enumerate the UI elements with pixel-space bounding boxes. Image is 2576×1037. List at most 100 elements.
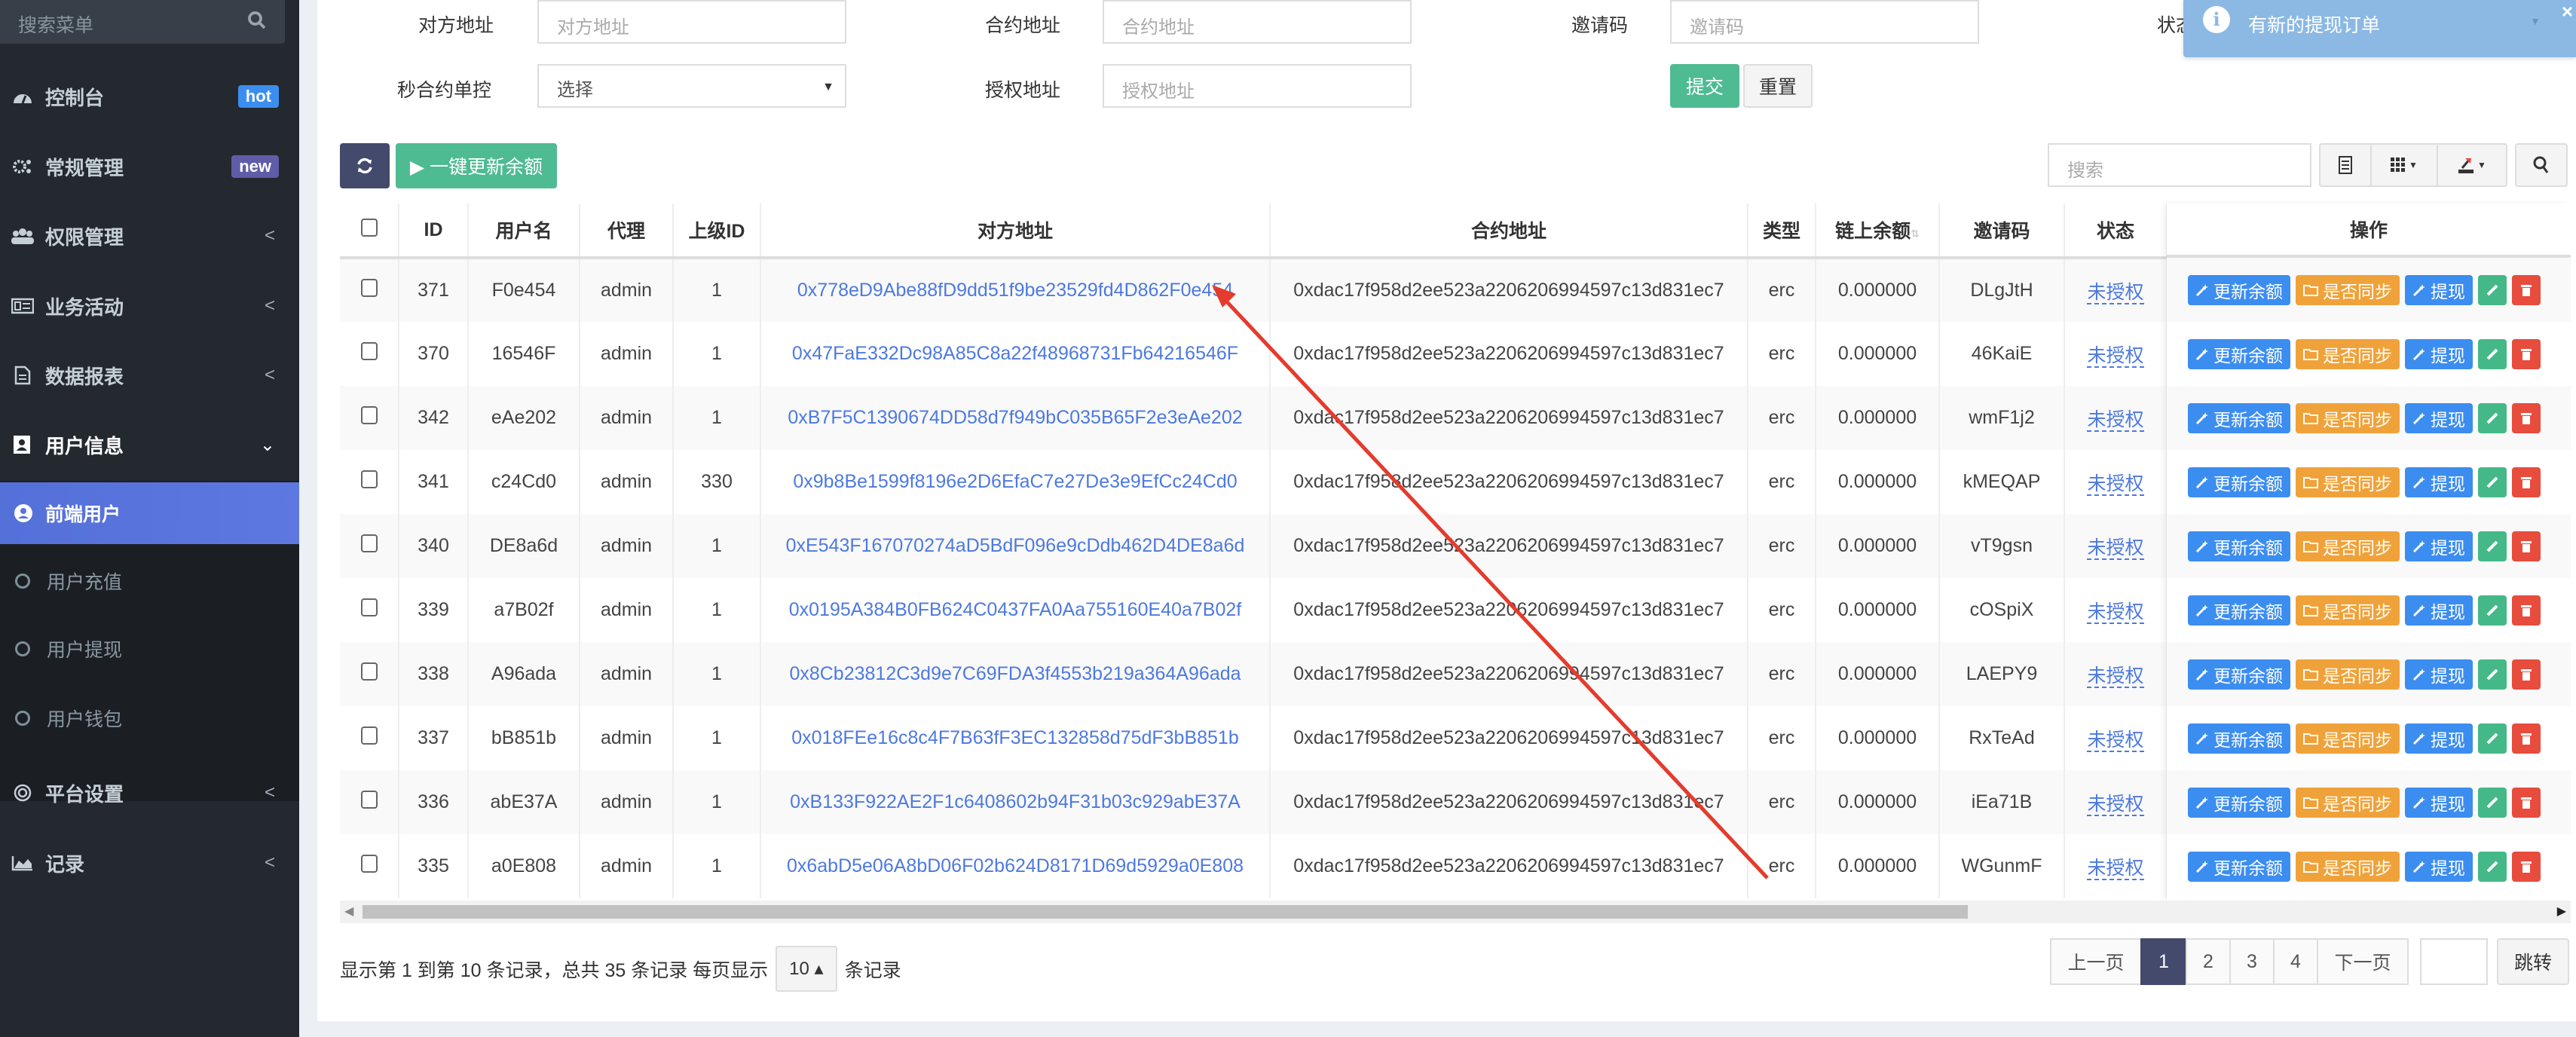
sidebar-item-records[interactable]: 记录 <: [0, 833, 299, 893]
edit-button[interactable]: [2478, 531, 2507, 561]
row-checkbox[interactable]: [360, 662, 378, 681]
row-checkbox-cell[interactable]: [340, 514, 399, 578]
prev-page-button[interactable]: 上一页: [2050, 938, 2142, 985]
sidebar-item-dashboard[interactable]: 控制台 hot: [0, 66, 299, 127]
export-button[interactable]: ▼: [2438, 145, 2506, 185]
delete-button[interactable]: [2512, 851, 2541, 882]
status-link[interactable]: 未授权: [2087, 473, 2144, 496]
table-row[interactable]: 342 eAe202 admin 1 0xB7F5C1390674DD58d7f949b…: [340, 386, 2168, 450]
toggle-view-button[interactable]: [2321, 145, 2372, 185]
select-all-header[interactable]: [340, 203, 399, 259]
edit-button[interactable]: [2478, 659, 2507, 690]
col-parent-id[interactable]: 上级ID: [673, 203, 761, 259]
withdraw-button[interactable]: 提现: [2405, 595, 2473, 626]
sidebar-subitem-recharge[interactable]: 用户充值: [0, 555, 299, 607]
row-checkbox-cell[interactable]: [340, 834, 399, 898]
menu-search[interactable]: 搜索菜单: [0, 0, 285, 44]
col-counterparty[interactable]: 对方地址: [760, 203, 1271, 259]
withdraw-button[interactable]: 提现: [2405, 402, 2473, 433]
close-icon[interactable]: ×: [2562, 0, 2573, 23]
status-link[interactable]: 未授权: [2087, 729, 2144, 752]
page-2-button[interactable]: 2: [2186, 938, 2231, 985]
status-link[interactable]: 未授权: [2087, 281, 2144, 304]
sidebar-item-reports[interactable]: 数据报表 <: [0, 345, 299, 405]
row-checkbox-cell[interactable]: [340, 642, 399, 706]
sidebar-item-permissions[interactable]: 权限管理 <: [0, 206, 299, 266]
table-row[interactable]: 371 F0e454 admin 1 0x778eD9Abe88fD9dd51f9be2…: [340, 258, 2168, 322]
sync-button[interactable]: 是否同步: [2296, 338, 2400, 369]
counterparty-link[interactable]: 0x018FEe16c8c4F7B63fF3EC132858d75dF3bB85…: [791, 727, 1239, 748]
counterparty-link[interactable]: 0xB7F5C1390674DD58d7f949bC035B65F2e3eAe2…: [788, 407, 1242, 428]
col-contract[interactable]: 合约地址: [1270, 203, 1748, 259]
counterparty-link[interactable]: 0x8Cb23812C3d9e7C69FDA3f4553b219a364A96a…: [789, 663, 1241, 684]
row-checkbox[interactable]: [360, 727, 378, 745]
table-row[interactable]: 335 a0E808 admin 1 0x6abD5e06A8bD06F02b624D8…: [340, 834, 2168, 898]
row-checkbox[interactable]: [360, 855, 378, 873]
sync-button[interactable]: 是否同步: [2296, 531, 2400, 561]
counterparty-link[interactable]: 0xE543F167070274aD5BdF096e9cDdb462D4DE8a…: [786, 535, 1245, 556]
jump-button[interactable]: 跳转: [2497, 938, 2569, 985]
row-checkbox[interactable]: [360, 342, 378, 360]
next-page-button[interactable]: 下一页: [2317, 938, 2409, 985]
update-balance-button[interactable]: 更新余额: [2188, 466, 2290, 497]
contract-input[interactable]: 合约地址: [1103, 0, 1412, 44]
scroll-right-icon[interactable]: ▶: [2557, 904, 2566, 919]
sidebar-subitem-wallet[interactable]: 用户钱包: [0, 692, 299, 745]
table-row[interactable]: 338 A96ada admin 1 0x8Cb23812C3d9e7C69FDA3f4…: [340, 642, 2168, 706]
scroll-left-icon[interactable]: ◀: [344, 904, 353, 919]
row-checkbox-cell[interactable]: [340, 706, 399, 770]
sidebar-subitem-withdraw[interactable]: 用户提现: [0, 623, 299, 675]
update-all-balances-button[interactable]: ▶ 一键更新余额: [396, 143, 557, 188]
update-balance-button[interactable]: 更新余额: [2188, 338, 2290, 369]
col-username[interactable]: 用户名: [468, 203, 580, 259]
sidebar-item-platform-settings[interactable]: 平台设置 <: [0, 763, 299, 823]
row-checkbox[interactable]: [360, 791, 378, 809]
refresh-button[interactable]: [340, 143, 390, 188]
counterparty-link[interactable]: 0x0195A384B0FB624C0437FA0Aa755160E40a7B0…: [789, 599, 1242, 620]
table-row[interactable]: 341 c24Cd0 admin 330 0x9b8Be1599f8196e2D6Efa…: [340, 450, 2168, 514]
status-link[interactable]: 未授权: [2087, 601, 2144, 624]
row-checkbox-cell[interactable]: [340, 386, 399, 450]
delete-button[interactable]: [2512, 466, 2541, 497]
edit-button[interactable]: [2478, 851, 2507, 882]
table-row[interactable]: 336 abE37A admin 1 0xB133F922AE2F1c6408602b9…: [340, 770, 2168, 834]
table-row[interactable]: 370 16546F admin 1 0x47FaE332Dc98A85C8a22f48…: [340, 322, 2168, 386]
status-link[interactable]: 未授权: [2087, 344, 2144, 368]
counterparty-link[interactable]: 0xB133F922AE2F1c6408602b94F31b03c929abE3…: [790, 791, 1241, 812]
withdraw-button[interactable]: 提现: [2405, 851, 2473, 882]
edit-button[interactable]: [2478, 723, 2507, 754]
new-withdrawal-notification[interactable]: i 有新的提现订单 ▼ ×: [2183, 0, 2576, 57]
counterparty-link[interactable]: 0x47FaE332Dc98A85C8a22f48968731Fb6421654…: [792, 343, 1238, 364]
status-link[interactable]: 未授权: [2087, 857, 2144, 880]
delete-button[interactable]: [2512, 659, 2541, 690]
row-checkbox[interactable]: [360, 279, 378, 297]
update-balance-button[interactable]: 更新余额: [2188, 402, 2290, 433]
jump-page-input[interactable]: [2420, 938, 2488, 985]
withdraw-button[interactable]: 提现: [2405, 466, 2473, 497]
sync-button[interactable]: 是否同步: [2296, 274, 2400, 305]
sync-button[interactable]: 是否同步: [2296, 723, 2400, 754]
table-search-input[interactable]: 搜索: [2048, 143, 2311, 187]
row-checkbox-cell[interactable]: [340, 578, 399, 642]
search-icon[interactable]: [246, 9, 268, 32]
delete-button[interactable]: [2512, 787, 2541, 818]
col-balance[interactable]: 链上余额⇅: [1816, 203, 1940, 259]
col-type[interactable]: 类型: [1748, 203, 1816, 259]
horizontal-scrollbar[interactable]: ◀ ▶: [340, 901, 2571, 923]
edit-button[interactable]: [2478, 338, 2507, 369]
status-link[interactable]: 未授权: [2087, 665, 2144, 688]
invite-input[interactable]: 邀请码: [1670, 0, 1979, 44]
auth-address-input[interactable]: 授权地址: [1103, 64, 1412, 108]
select-all-checkbox[interactable]: [360, 218, 378, 237]
row-checkbox-cell[interactable]: [340, 770, 399, 834]
sidebar-item-user-info[interactable]: 用户信息 ⌄: [0, 414, 299, 475]
update-balance-button[interactable]: 更新余额: [2188, 659, 2290, 690]
update-balance-button[interactable]: 更新余额: [2188, 595, 2290, 626]
withdraw-button[interactable]: 提现: [2405, 338, 2473, 369]
counterparty-input[interactable]: 对方地址: [537, 0, 846, 44]
edit-button[interactable]: [2478, 274, 2507, 305]
status-link[interactable]: 未授权: [2087, 537, 2144, 560]
status-link[interactable]: 未授权: [2087, 793, 2144, 816]
page-3-button[interactable]: 3: [2229, 938, 2275, 985]
withdraw-button[interactable]: 提现: [2405, 723, 2473, 754]
